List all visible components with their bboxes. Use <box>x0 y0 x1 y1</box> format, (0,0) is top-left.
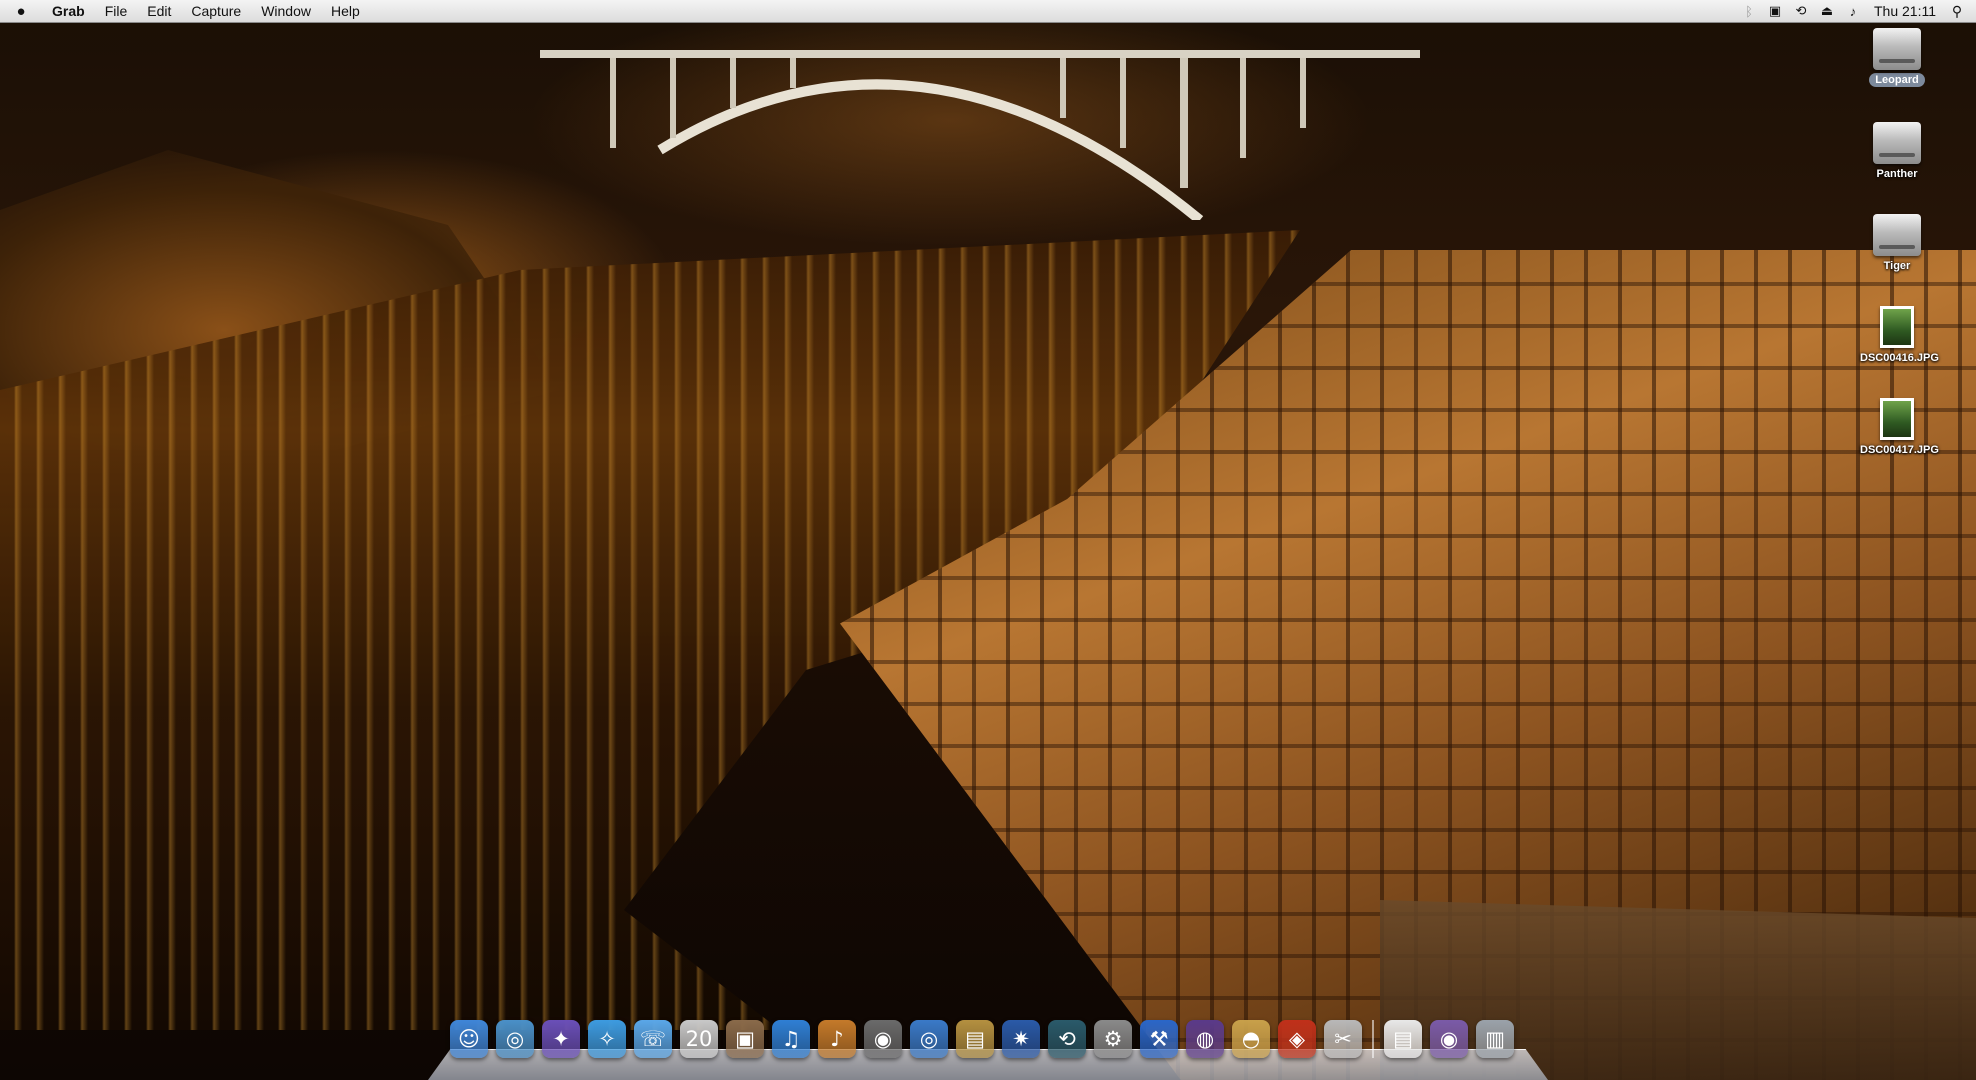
image-thumbnail-icon <box>1880 306 1914 348</box>
desktop-icon-label: Leopard <box>1869 73 1925 87</box>
desktop-icon-dsc00416[interactable]: DSC00416.JPG <box>1854 306 1940 365</box>
time-machine-icon[interactable]: ⟲ <box>1788 3 1814 19</box>
bluetooth-icon[interactable]: ᛒ <box>1736 4 1762 19</box>
desktop-icon-label: Panther <box>1876 168 1918 180</box>
imovie-icon[interactable]: ✷ <box>1002 1020 1040 1058</box>
desktop-icon-label: DSC00417.JPG <box>1860 444 1939 456</box>
menu-app-name[interactable]: Grab <box>42 0 95 22</box>
desktop-icon-label: DSC00416.JPG <box>1860 352 1939 364</box>
documents-stack-icon[interactable]: ▤ <box>1384 1020 1422 1058</box>
menu-capture[interactable]: Capture <box>181 0 251 22</box>
desktop-icon-leopard[interactable]: Leopard <box>1854 28 1940 87</box>
dashboard-icon[interactable]: ◎ <box>496 1020 534 1058</box>
network-globe-icon[interactable]: ◓ <box>1232 1020 1270 1058</box>
garageband-icon[interactable]: ♪ <box>818 1020 856 1058</box>
itunes-icon[interactable]: ♫ <box>772 1020 810 1058</box>
desktop-icon-dsc00417[interactable]: DSC00417.JPG <box>1854 398 1940 457</box>
hard-disk-icon <box>1873 214 1921 256</box>
safari-icon[interactable]: ✧ <box>588 1020 626 1058</box>
front-row-icon[interactable]: ◈ <box>1278 1020 1316 1058</box>
display-icon[interactable]: ▣ <box>1762 3 1788 19</box>
finder-icon[interactable]: ☺ <box>450 1020 488 1058</box>
desktop-icon-tiger[interactable]: Tiger <box>1854 214 1940 273</box>
desktop-icon-panther[interactable]: Panther <box>1854 122 1940 181</box>
arch-bridge <box>540 50 1420 220</box>
menu-bar: ● Grab File Edit Capture Window Help ᛒ ▣… <box>0 0 1976 23</box>
menu-edit[interactable]: Edit <box>137 0 181 22</box>
photo-booth-icon[interactable]: ◉ <box>864 1020 902 1058</box>
dock-icons: ☺ ◎ ✦ ✧ ☏ 20 ▣ ♫ ♪ ◉ ◎ ▤ ✷ ⟲ ⚙ ⚒ ◍ ◓ ◈ ✂ ▤ ◉ ▥ <box>450 1020 1522 1058</box>
xcode-icon[interactable]: ⚒ <box>1140 1020 1178 1058</box>
hard-disk-icon <box>1873 122 1921 164</box>
eject-icon[interactable]: ⏏ <box>1814 3 1840 19</box>
dvd-player-icon[interactable]: ◎ <box>910 1020 948 1058</box>
ical-palette-icon[interactable]: ✦ <box>542 1020 580 1058</box>
time-machine-icon[interactable]: ⟲ <box>1048 1020 1086 1058</box>
menu-clock[interactable]: Thu 21:11 <box>1866 3 1946 19</box>
grab-icon[interactable]: ✂ <box>1324 1020 1362 1058</box>
system-preferences-icon[interactable]: ⚙ <box>1094 1020 1132 1058</box>
desktop-icon-label: Tiger <box>1883 260 1911 272</box>
apple-icon[interactable]: ● <box>0 3 42 20</box>
dock-separator[interactable] <box>1372 1020 1374 1058</box>
hard-disk-icon <box>1873 28 1921 70</box>
menu-extras: ᛒ ▣ ⟲ ⏏ ♪ Thu 21:11 ⚲ <box>1736 0 1976 22</box>
ichat-icon[interactable]: ☏ <box>634 1020 672 1058</box>
menu-help[interactable]: Help <box>321 0 370 22</box>
spotlight-icon[interactable]: ⚲ <box>1946 3 1968 20</box>
iphoto-icon[interactable]: ▤ <box>956 1020 994 1058</box>
menu-file[interactable]: File <box>95 0 138 22</box>
image-thumbnail-icon <box>1880 398 1914 440</box>
dock: ☺ ◎ ✦ ✧ ☏ 20 ▣ ♫ ♪ ◉ ◎ ▤ ✷ ⟲ ⚙ ⚒ ◍ ◓ ◈ ✂ ▤ ◉ ▥ <box>428 1016 1548 1080</box>
trash-icon[interactable]: ▥ <box>1476 1020 1514 1058</box>
downloads-stack-icon[interactable]: ◉ <box>1430 1020 1468 1058</box>
spaces-icon[interactable]: ◍ <box>1186 1020 1224 1058</box>
volume-icon[interactable]: ♪ <box>1840 4 1866 19</box>
desktop-wallpaper <box>0 0 1976 1080</box>
menu-window[interactable]: Window <box>251 0 321 22</box>
preview-icon[interactable]: ▣ <box>726 1020 764 1058</box>
ical-icon[interactable]: 20 <box>680 1020 718 1058</box>
